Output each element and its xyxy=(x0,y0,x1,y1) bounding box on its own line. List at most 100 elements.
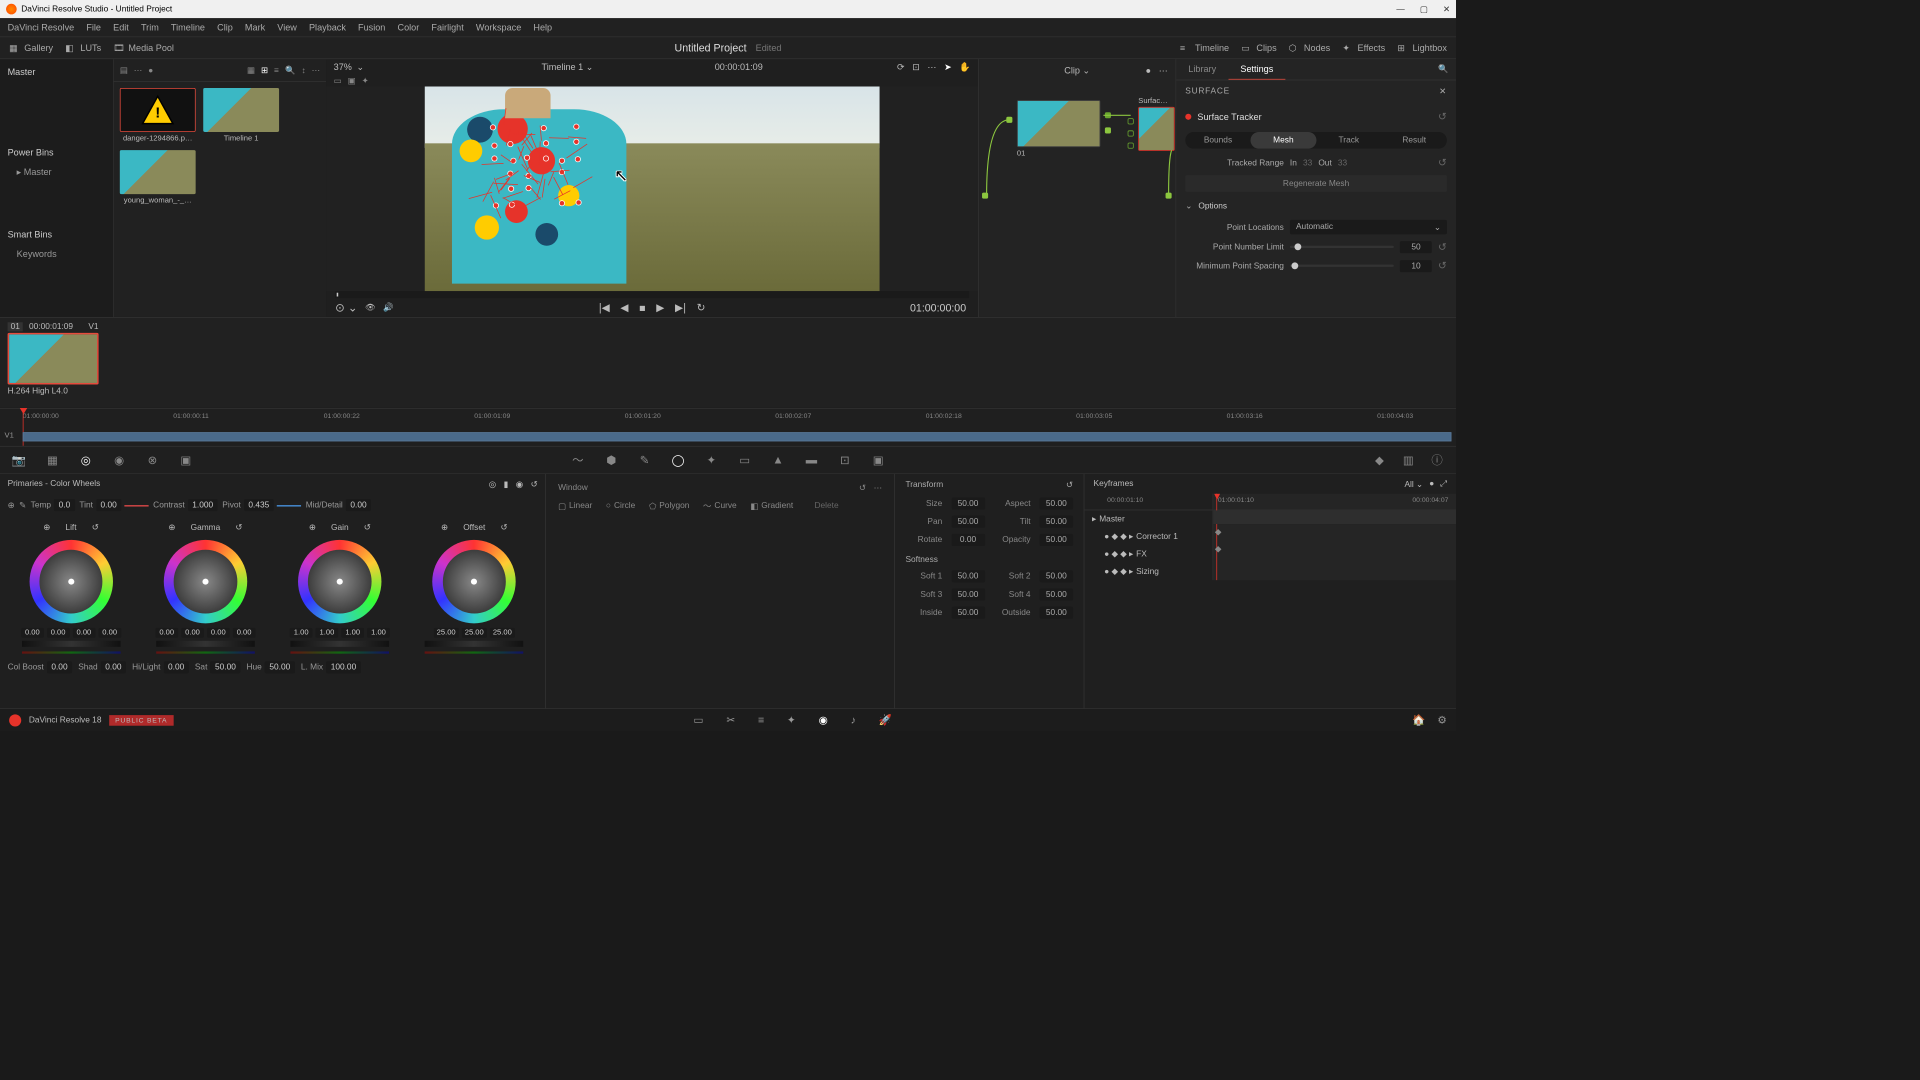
wheel-value[interactable]: 0.00 xyxy=(73,628,96,638)
menu-view[interactable]: View xyxy=(277,22,297,33)
page-fairlight[interactable]: ♪ xyxy=(851,714,856,727)
color-wheel[interactable] xyxy=(164,540,247,623)
picker-icon[interactable]: ✎ xyxy=(19,500,26,510)
point-limit-slider[interactable] xyxy=(1290,246,1394,248)
tool-linear[interactable]: ▢Linear xyxy=(558,501,592,511)
kf-corrector[interactable]: ● ◆ ◆ ▸ Corrector 1 xyxy=(1084,528,1212,545)
jog-wheel[interactable] xyxy=(425,641,524,647)
colboost-field[interactable]: 0.00 xyxy=(47,661,72,673)
point-limit-value[interactable]: 50 xyxy=(1400,241,1432,253)
page-cut[interactable]: ✂ xyxy=(726,714,735,727)
shad-field[interactable]: 0.00 xyxy=(101,661,126,673)
sidebar-master[interactable]: Master xyxy=(8,64,106,84)
wheel-value[interactable]: 25.00 xyxy=(434,628,459,638)
nodes-scope[interactable]: Clip ⌄ xyxy=(1064,65,1090,76)
hand-icon[interactable]: ✋ xyxy=(959,62,970,73)
tab-settings[interactable]: Settings xyxy=(1228,59,1285,79)
pool-options-icon[interactable]: ⋯ xyxy=(134,65,142,75)
hdr-icon[interactable]: ◉ xyxy=(112,453,126,467)
menu-davinci-resolve[interactable]: DaVinci Resolve xyxy=(8,22,75,33)
media-thumb-0[interactable]: ! danger-1294866.p… xyxy=(120,88,196,143)
wheel-value[interactable]: 0.00 xyxy=(233,628,256,638)
powerbins-master[interactable]: ▸ Master xyxy=(8,164,106,181)
wheel-reset-icon[interactable]: ↺ xyxy=(235,522,242,532)
point-locations-select[interactable]: Automatic⌄ xyxy=(1290,220,1447,234)
kf-fx[interactable]: ● ◆ ◆ ▸ FX xyxy=(1084,545,1212,562)
audio-icon[interactable]: 🔊 xyxy=(383,303,393,313)
menu-file[interactable]: File xyxy=(86,22,101,33)
kf-expand-icon[interactable]: ⤢ xyxy=(1440,479,1447,489)
seg-bounds[interactable]: Bounds xyxy=(1185,132,1250,149)
wheel-value[interactable]: 25.00 xyxy=(462,628,487,638)
home-icon[interactable]: 🏠 xyxy=(1412,714,1425,727)
node-surface[interactable]: Surfac… xyxy=(1138,97,1176,151)
fx-bypass-icon[interactable]: ⊙ ⌄ xyxy=(335,301,357,315)
split-icon[interactable]: ⊡ xyxy=(912,62,920,73)
timeline[interactable]: V1 01:00:00:0001:00:00:1101:00:00:2201:0… xyxy=(0,408,1456,446)
onion-icon[interactable]: ▭ xyxy=(334,76,342,86)
clip-thumb[interactable]: 0100:00:01:09V1 H.264 High L4.0 xyxy=(8,322,99,396)
soft2-val[interactable]: 50.00 xyxy=(1040,570,1073,582)
sidebar-powerbins[interactable]: Power Bins xyxy=(8,144,106,164)
tint-field[interactable]: 0.00 xyxy=(96,499,121,511)
tracker-icon[interactable]: ✦ xyxy=(704,453,718,467)
page-edit[interactable]: ≡ xyxy=(758,714,764,727)
chevron-down-icon[interactable]: ⌄ xyxy=(1185,201,1192,211)
menu-clip[interactable]: Clip xyxy=(217,22,233,33)
log-mode-icon[interactable]: ◉ xyxy=(516,479,523,489)
wheel-value[interactable]: 1.00 xyxy=(341,628,364,638)
menu-playback[interactable]: Playback xyxy=(309,22,346,33)
wheel-reset-icon[interactable]: ↺ xyxy=(500,522,507,532)
wheel-reset-icon[interactable]: ↺ xyxy=(364,522,371,532)
min-spacing-value[interactable]: 10 xyxy=(1400,260,1432,272)
window-reset-icon[interactable]: ↺ xyxy=(859,483,866,493)
md-field[interactable]: 0.00 xyxy=(346,499,371,511)
soft4-val[interactable]: 50.00 xyxy=(1040,588,1073,600)
minimize-button[interactable]: — xyxy=(1396,4,1404,14)
smartbins-keywords[interactable]: Keywords xyxy=(8,246,106,263)
luts-button[interactable]: ◧LUTs xyxy=(65,42,101,53)
wheel-value[interactable]: 1.00 xyxy=(367,628,390,638)
clips-button[interactable]: ▭Clips xyxy=(1241,42,1276,53)
wheel-value[interactable]: 0.00 xyxy=(98,628,121,638)
size-val[interactable]: 50.00 xyxy=(951,497,984,509)
jog-wheel[interactable] xyxy=(156,641,255,647)
wheel-value[interactable]: 0.00 xyxy=(207,628,230,638)
sat-field[interactable]: 50.00 xyxy=(210,661,240,673)
scopes-icon[interactable]: ▥ xyxy=(1401,453,1415,467)
jog-wheel[interactable] xyxy=(291,641,390,647)
color-wheel[interactable] xyxy=(29,540,112,623)
media-thumb-1[interactable]: Timeline 1 xyxy=(203,88,279,143)
source-timecode[interactable]: 00:00:01:09 xyxy=(715,62,763,73)
tool-gradient[interactable]: ◧Gradient xyxy=(750,501,793,511)
page-media[interactable]: ▭ xyxy=(694,714,704,727)
pointer-icon[interactable]: ➤ xyxy=(944,62,952,73)
play-button[interactable]: ▶ xyxy=(656,301,664,314)
bsl-icon[interactable]: ▲ xyxy=(771,453,785,467)
opacity-val[interactable]: 50.00 xyxy=(1040,534,1073,546)
camera-raw-icon[interactable]: 📷 xyxy=(12,453,26,467)
reset-pl-icon[interactable]: ↺ xyxy=(1438,240,1447,253)
wheel-value[interactable]: 1.00 xyxy=(316,628,339,638)
display-timecode[interactable]: 01:00:00:00 xyxy=(910,302,966,314)
wheel-value[interactable]: 0.00 xyxy=(181,628,204,638)
pool-search-icon[interactable]: 🔍 xyxy=(285,65,295,75)
pivot-field[interactable]: 0.435 xyxy=(244,499,274,511)
tilt-val[interactable]: 50.00 xyxy=(1040,516,1073,528)
color-wheel[interactable] xyxy=(298,540,381,623)
reset-ms-icon[interactable]: ↺ xyxy=(1438,259,1447,272)
wheels-icon[interactable]: ◎ xyxy=(79,453,93,467)
curves-icon[interactable]: 〜 xyxy=(571,453,585,467)
window-more-icon[interactable]: ⋯ xyxy=(874,483,882,493)
info-icon[interactable]: ⓘ xyxy=(1430,453,1444,467)
stop-button[interactable]: ■ xyxy=(639,302,645,314)
hilight-field[interactable]: 0.00 xyxy=(163,661,188,673)
tab-library[interactable]: Library xyxy=(1176,59,1228,79)
reset-icon[interactable]: ↺ xyxy=(1438,110,1447,123)
menu-help[interactable]: Help xyxy=(533,22,552,33)
aspect-val[interactable]: 50.00 xyxy=(1040,497,1073,509)
bypass-icon[interactable]: ⟳ xyxy=(897,62,905,73)
tool-polygon[interactable]: ⬠Polygon xyxy=(649,501,689,511)
onion2-icon[interactable]: ▣ xyxy=(348,76,356,86)
video-preview[interactable]: ↖ xyxy=(425,86,880,291)
